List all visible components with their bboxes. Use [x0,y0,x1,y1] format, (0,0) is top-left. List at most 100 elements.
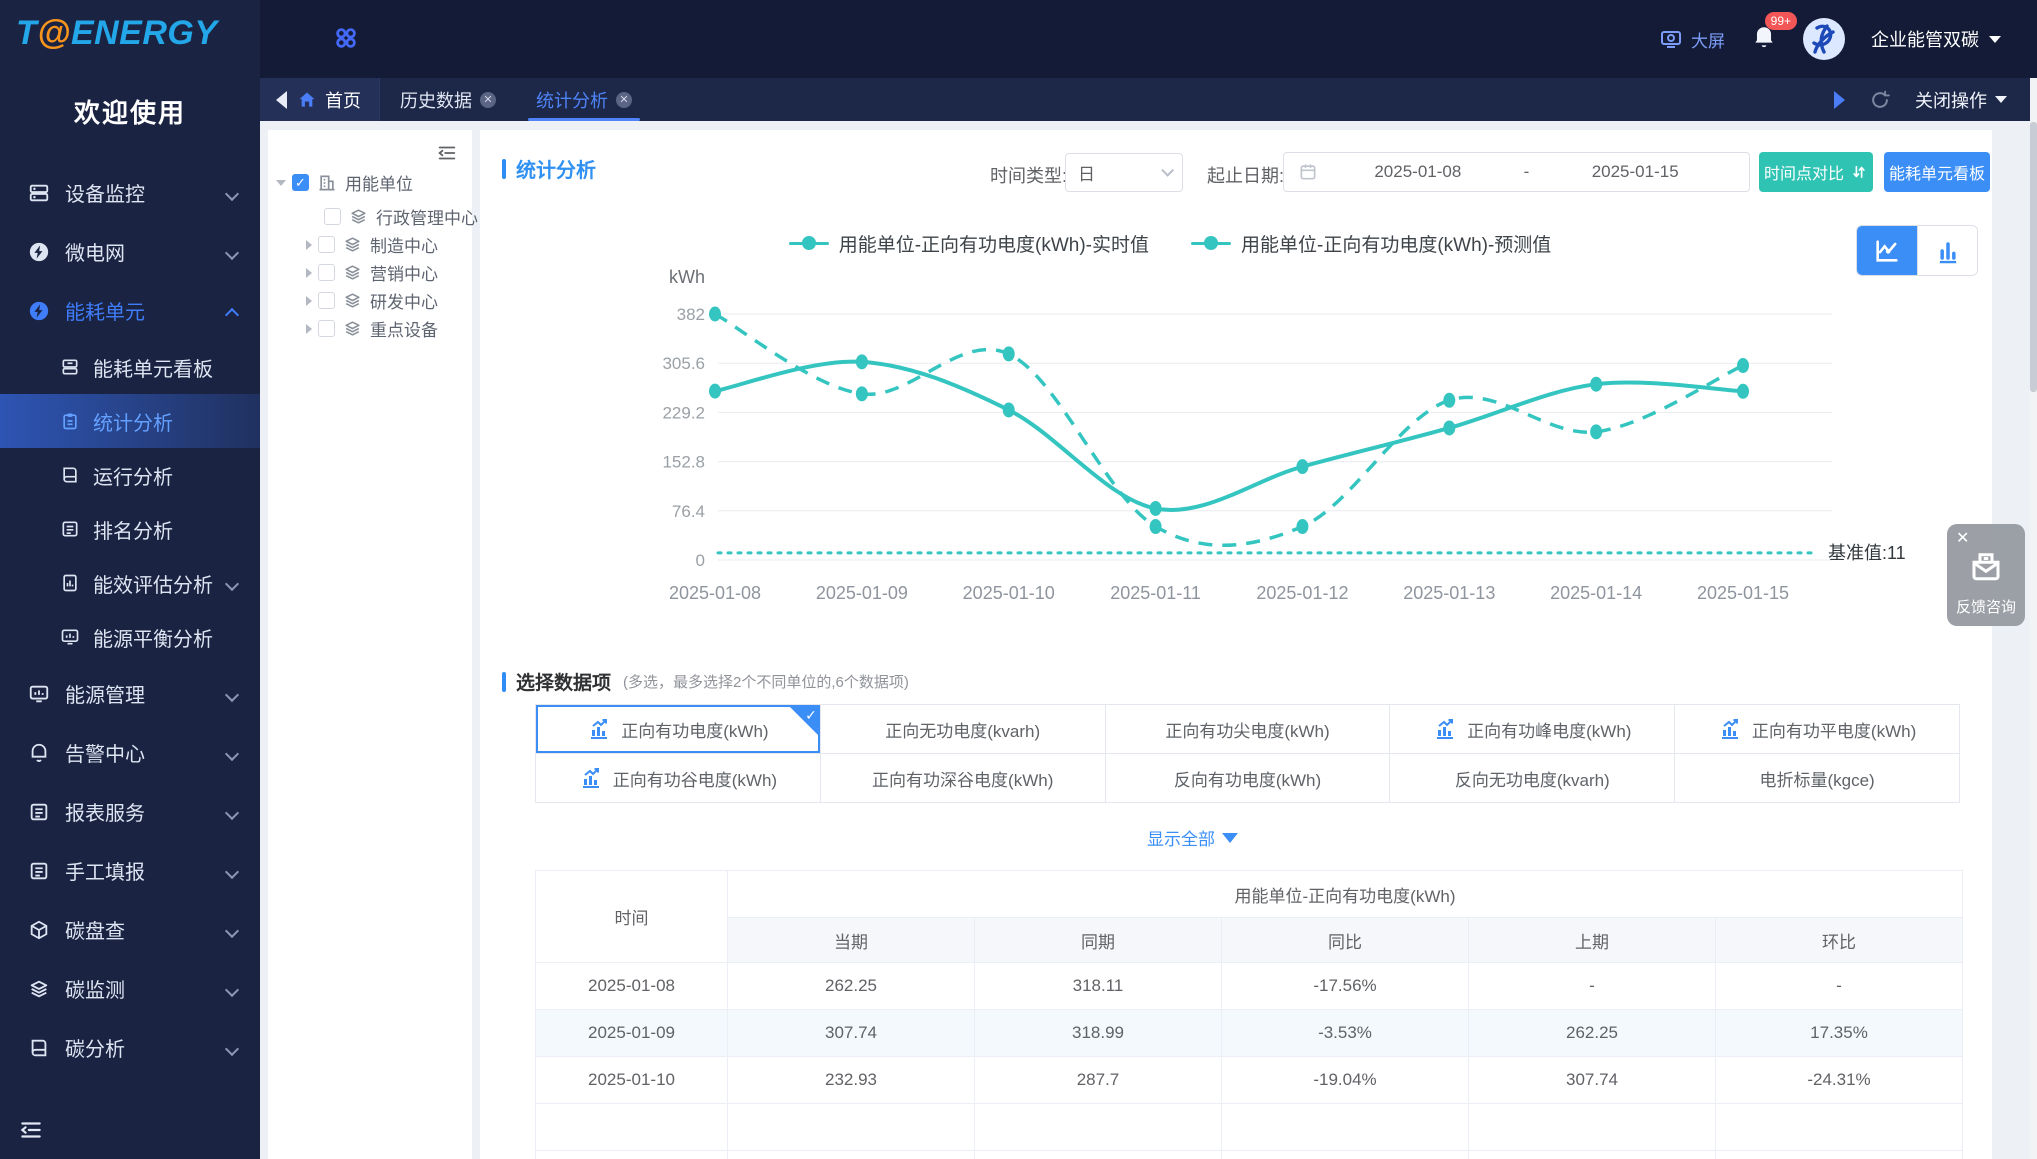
sidebar-item-efficiency-evaluation[interactable]: 能效评估分析 [0,556,260,610]
tab-home[interactable]: 首页 [297,87,361,113]
date-range-label: 起止日期: [1207,166,1285,186]
chevron-down-icon [226,577,238,589]
tree-collapse-icon[interactable] [436,142,458,164]
chevron-down-icon [226,246,238,258]
tree-expand-icon[interactable] [306,323,312,334]
tree-expand-icon[interactable] [306,267,312,278]
checkbox-unchecked[interactable] [318,320,335,337]
sidebar-item-carbon-monitoring[interactable]: 碳监测 [0,959,260,1018]
data-item-forward-valley[interactable]: 正向有功谷电度(kWh) [536,754,820,802]
data-item-reverse-reactive[interactable]: 反向无功电度(kvarh) [1390,754,1675,802]
show-all-toggle[interactable]: 显示全部 [480,825,1905,850]
sidebar-item-energy-management[interactable]: 能源管理 [0,664,260,723]
date-start-input[interactable]: 2025-01-08 [1318,162,1518,182]
date-end-input[interactable]: 2025-01-15 [1535,162,1735,182]
feedback-widget[interactable]: ✕ 反馈咨询 [1947,524,2025,626]
tree-item-marketing-center[interactable]: 营销中心 [306,260,438,285]
avatar[interactable] [1803,18,1845,60]
chevron-down-icon [226,983,238,995]
energy-unit-board-button[interactable]: 能耗单元看板 [1884,152,1990,192]
sidebar-item-carbon-analysis[interactable]: 碳分析 [0,1018,260,1077]
sidebar-item-device-monitoring[interactable]: 设备监控 [0,163,260,222]
svg-text:2025-01-10: 2025-01-10 [963,583,1055,603]
checkbox-unchecked[interactable] [318,264,335,281]
svg-text:0: 0 [696,551,705,570]
layers-icon [343,263,362,282]
scrollbar-track[interactable] [2030,78,2037,1159]
alarm-bell-icon [28,742,50,764]
sidebar-item-energy-balance[interactable]: 能源平衡分析 [0,610,260,664]
close-icon[interactable]: ✕ [480,91,496,108]
data-item-forward-sharp[interactable]: 正向有功尖电度(kWh) [1105,705,1390,753]
tree-item-key-equipment[interactable]: 重点设备 [306,316,438,341]
tree-expand-icon[interactable] [306,239,312,250]
statistics-table: 时间 用能单位-正向有功电度(kWh) 当期 同期 同比 上期 环比 2025-… [535,870,1964,1159]
cube-icon [28,919,50,941]
time-type-select[interactable]: 日 [1065,153,1183,192]
sidebar-item-manual-entry[interactable]: 手工填报 [0,841,260,900]
account-menu[interactable]: 企业能管双碳 [1871,26,2001,52]
layers-icon [343,235,362,254]
sidebar-collapse-icon[interactable] [18,1117,44,1143]
legend-item-forecast[interactable]: 用能单位-正向有功电度(kWh)-预测值 [1191,230,1551,257]
data-item-forward-flat[interactable]: 正向有功平电度(kWh) [1675,705,1959,753]
tabs-scroll-right-icon[interactable] [1834,90,1845,109]
sidebar-item-microgrid[interactable]: 微电网 [0,222,260,281]
statistics-line-chart[interactable]: 0 76.4 152.8 229.2 305.6 382 kWh 2025-01-08 2025… [600,265,1992,620]
data-item-forward-reactive[interactable]: 正向无功电度(kvarh) [820,705,1105,753]
main-content: ✓ 用能单位 行政管理中心 制造中心 营销中心 研发中心 重点设备 统计分析 时… [260,121,2037,1159]
chevron-up-icon [226,305,238,317]
chevron-down-icon [226,688,238,700]
close-icon[interactable]: ✕ [1956,528,1969,548]
big-screen-button[interactable]: 大屏 [1659,27,1725,52]
tabs-scroll-left-icon[interactable] [276,90,287,109]
sidebar-item-energy-unit[interactable]: 能耗单元 [0,281,260,340]
data-item-forward-deep-valley[interactable]: 正向有功深谷电度(kWh) [820,754,1105,802]
table-row [535,1103,1964,1151]
tab-history-data[interactable]: 历史数据 ✕ [380,78,516,121]
svg-text:229.2: 229.2 [662,403,705,422]
notifications-button[interactable]: 99+ [1751,11,1797,55]
chevron-down-icon [1161,164,1174,177]
sidebar-item-ranking-analysis[interactable]: 排名分析 [0,502,260,556]
monitor-chart-icon [60,627,80,647]
scrollbar-thumb[interactable] [2030,122,2037,392]
table-row: 2025-01-10 232.93 287.7 -19.04% 307.74 -… [535,1056,1964,1104]
tree-item-manufacturing-center[interactable]: 制造中心 [306,232,438,257]
sidebar-item-carbon-inventory[interactable]: 碳盘查 [0,900,260,959]
tree-root-energy-unit[interactable]: ✓ 用能单位 [276,170,413,195]
apps-grid-icon[interactable] [332,24,360,52]
legend-item-realtime[interactable]: 用能单位-正向有功电度(kWh)-实时值 [788,230,1149,257]
sidebar-item-operation-analysis[interactable]: 运行分析 [0,448,260,502]
checkbox-unchecked[interactable] [318,236,335,253]
tree-item-admin-center[interactable]: 行政管理中心 [306,204,478,229]
col-header-previous: 上期 [1468,917,1716,963]
data-item-reverse-active[interactable]: 反向有功电度(kWh) [1105,754,1390,802]
trend-icon [579,766,603,790]
monitor-chart-icon [28,683,50,705]
checkbox-unchecked[interactable] [318,292,335,309]
sidebar-menu: 设备监控 微电网 能耗单元 能耗单元看板 统计分析 运行分析 排名分析 能效评估… [0,163,260,1077]
tree-expand-icon[interactable] [276,179,286,186]
layers-icon [28,978,50,1000]
data-item-forward-active[interactable]: 正向有功电度(kWh) ✓ [536,705,820,753]
date-range-picker[interactable]: 2025-01-08 - 2025-01-15 [1283,152,1750,192]
sidebar-item-report-service[interactable]: 报表服务 [0,782,260,841]
tab-stats-analysis[interactable]: 统计分析 ✕ [516,78,652,121]
tree-item-rd-center[interactable]: 研发中心 [306,288,438,313]
tab-bar: 首页 历史数据 ✕ 统计分析 ✕ 关闭操作 [260,78,2037,121]
data-item-forward-peak[interactable]: 正向有功峰电度(kWh) [1390,705,1675,753]
time-point-compare-button[interactable]: 时间点对比 [1759,152,1873,192]
close-icon[interactable]: ✕ [616,91,632,108]
svg-text:2025-01-13: 2025-01-13 [1403,583,1495,603]
close-operations-dropdown[interactable]: 关闭操作 [1915,87,2007,113]
data-item-coal-equivalent[interactable]: 电折标量(kgce) [1675,754,1959,802]
refresh-icon[interactable] [1869,89,1891,111]
sidebar-item-stats-analysis[interactable]: 统计分析 [0,394,260,448]
sidebar-item-energy-unit-board[interactable]: 能耗单元看板 [0,340,260,394]
table-row: 2025-01-09 307.74 318.99 -3.53% 262.25 1… [535,1009,1964,1057]
sidebar-item-alarm-center[interactable]: 告警中心 [0,723,260,782]
tree-expand-icon[interactable] [306,295,312,306]
checkbox-unchecked[interactable] [324,208,341,225]
checkbox-checked[interactable]: ✓ [292,174,309,191]
